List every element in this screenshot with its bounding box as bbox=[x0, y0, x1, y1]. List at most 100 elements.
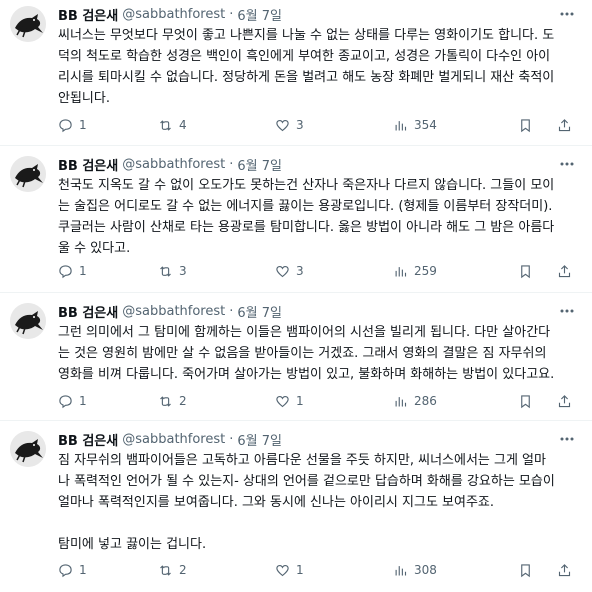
display-name[interactable]: BB 검은새 bbox=[58, 5, 118, 24]
retweet-count: 3 bbox=[179, 264, 187, 278]
tweet[interactable]: BB 검은새 @sabbathforest · 6월 7일 그런 의미에서 그 … bbox=[0, 293, 592, 421]
more-options-button[interactable] bbox=[558, 302, 576, 320]
bookmark-button[interactable] bbox=[518, 118, 539, 133]
retweet-icon bbox=[160, 395, 171, 407]
user-handle[interactable]: @sabbathforest bbox=[122, 432, 225, 447]
more-options-button[interactable] bbox=[558, 430, 576, 448]
reply-button[interactable]: 1 bbox=[58, 118, 158, 133]
share-button[interactable] bbox=[557, 394, 578, 409]
tweet-actions: 1 4 3 354 bbox=[58, 115, 578, 135]
reply-icon bbox=[59, 264, 72, 278]
share-icon bbox=[558, 563, 571, 576]
views-button[interactable]: 308 bbox=[393, 563, 503, 578]
like-button[interactable]: 1 bbox=[275, 394, 393, 409]
bookmark-button[interactable] bbox=[518, 563, 539, 578]
tweet-date[interactable]: 6월 7일 bbox=[237, 5, 282, 24]
share-icon bbox=[558, 394, 571, 407]
retweet-button[interactable]: 2 bbox=[158, 563, 275, 578]
tweet-text: 짐 자무쉬의 뱀파이어들은 고독하고 아름다운 선물을 주듯 하지만, 씨너스에… bbox=[58, 453, 555, 552]
reply-count: 1 bbox=[79, 394, 87, 408]
heart-icon bbox=[276, 119, 289, 131]
tweet-actions: 1 2 1 308 bbox=[58, 560, 578, 580]
tweet[interactable]: BB 검은새 @sabbathforest · 6월 7일 천국도 지옥도 갈 … bbox=[0, 146, 592, 293]
crow-avatar-icon bbox=[10, 6, 46, 42]
tweet-date[interactable]: 6월 7일 bbox=[237, 302, 282, 321]
views-count: 308 bbox=[414, 563, 437, 577]
tweet[interactable]: BB 검은새 @sabbathforest · 6월 7일 짐 자무쉬의 뱀파이… bbox=[0, 421, 592, 592]
like-button[interactable]: 3 bbox=[275, 118, 393, 133]
bookmark-button[interactable] bbox=[518, 394, 539, 409]
share-icon bbox=[558, 118, 571, 131]
display-name[interactable]: BB 검은새 bbox=[58, 155, 118, 174]
tweet-text: 씨너스는 무엇보다 무엇이 좋고 나쁜지를 나눌 수 없는 상태를 다루는 영화… bbox=[58, 28, 555, 106]
like-count: 1 bbox=[296, 563, 304, 577]
retweet-count: 2 bbox=[179, 394, 187, 408]
tweet-date[interactable]: 6월 7일 bbox=[237, 155, 282, 174]
reply-icon bbox=[59, 394, 72, 408]
retweet-icon bbox=[160, 119, 171, 131]
views-chart-icon bbox=[395, 396, 407, 406]
display-name[interactable]: BB 검은새 bbox=[58, 430, 118, 449]
views-chart-icon bbox=[395, 120, 407, 130]
retweet-icon bbox=[160, 564, 171, 576]
avatar[interactable] bbox=[10, 431, 46, 467]
bookmark-button[interactable] bbox=[518, 264, 539, 279]
retweet-icon bbox=[160, 265, 171, 277]
user-handle[interactable]: @sabbathforest bbox=[122, 7, 225, 22]
bookmark-icon bbox=[521, 264, 530, 278]
views-count: 286 bbox=[414, 394, 437, 408]
avatar[interactable] bbox=[10, 156, 46, 192]
tweet-date[interactable]: 6월 7일 bbox=[237, 430, 282, 449]
like-count: 3 bbox=[296, 264, 304, 278]
avatar[interactable] bbox=[10, 6, 46, 42]
bookmark-icon bbox=[521, 394, 530, 408]
reply-count: 1 bbox=[79, 118, 87, 132]
avatar[interactable] bbox=[10, 303, 46, 339]
like-button[interactable]: 3 bbox=[275, 264, 393, 279]
bookmark-icon bbox=[521, 563, 530, 577]
more-icon bbox=[560, 437, 574, 441]
reply-button[interactable]: 1 bbox=[58, 264, 158, 279]
reply-button[interactable]: 1 bbox=[58, 563, 158, 578]
heart-icon bbox=[276, 564, 289, 576]
like-count: 1 bbox=[296, 394, 304, 408]
reply-count: 1 bbox=[79, 563, 87, 577]
retweet-count: 2 bbox=[179, 563, 187, 577]
crow-avatar-icon bbox=[10, 303, 46, 339]
tweet[interactable]: BB 검은새 @sabbathforest · 6월 7일 씨너스는 무엇보다 … bbox=[0, 0, 592, 146]
user-handle[interactable]: @sabbathforest bbox=[122, 304, 225, 319]
separator-dot: · bbox=[229, 303, 234, 319]
share-button[interactable] bbox=[557, 118, 578, 133]
heart-icon bbox=[276, 395, 289, 407]
like-count: 3 bbox=[296, 118, 304, 132]
display-name[interactable]: BB 검은새 bbox=[58, 302, 118, 321]
views-button[interactable]: 286 bbox=[393, 394, 503, 409]
views-chart-icon bbox=[395, 266, 407, 276]
separator-dot: · bbox=[229, 6, 234, 22]
user-handle[interactable]: @sabbathforest bbox=[122, 157, 225, 172]
retweet-count: 4 bbox=[179, 118, 187, 132]
crow-avatar-icon bbox=[10, 431, 46, 467]
more-icon bbox=[560, 12, 574, 16]
heart-icon bbox=[276, 265, 289, 277]
crow-avatar-icon bbox=[10, 156, 46, 192]
views-count: 259 bbox=[414, 264, 437, 278]
views-button[interactable]: 354 bbox=[393, 118, 503, 133]
share-icon bbox=[558, 264, 571, 277]
retweet-button[interactable]: 2 bbox=[158, 394, 275, 409]
share-button[interactable] bbox=[557, 563, 578, 578]
tweet-actions: 1 3 3 259 bbox=[58, 261, 578, 281]
retweet-button[interactable]: 4 bbox=[158, 118, 275, 133]
retweet-button[interactable]: 3 bbox=[158, 264, 275, 279]
share-button[interactable] bbox=[557, 264, 578, 279]
more-options-button[interactable] bbox=[558, 5, 576, 23]
tweet-actions: 1 2 1 286 bbox=[58, 391, 578, 411]
bookmark-icon bbox=[521, 118, 530, 132]
separator-dot: · bbox=[229, 431, 234, 447]
views-button[interactable]: 259 bbox=[393, 264, 503, 279]
separator-dot: · bbox=[229, 156, 234, 172]
like-button[interactable]: 1 bbox=[275, 563, 393, 578]
more-options-button[interactable] bbox=[558, 155, 576, 173]
reply-button[interactable]: 1 bbox=[58, 394, 158, 409]
tweet-text: 그런 의미에서 그 탐미에 함께하는 이들은 뱀파이어의 시선을 빌리게 됩니다… bbox=[58, 325, 555, 382]
